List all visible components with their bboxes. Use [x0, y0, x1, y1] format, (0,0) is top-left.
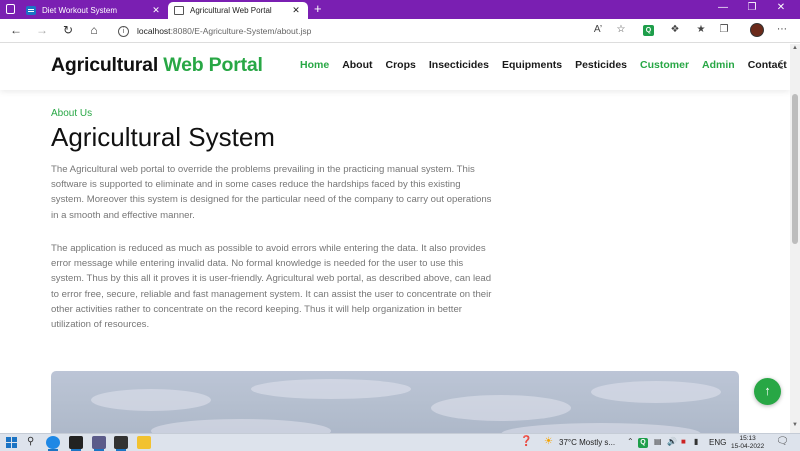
- extension-puzzle-icon[interactable]: ❖: [667, 24, 683, 35]
- profile-avatar[interactable]: [750, 23, 764, 37]
- reload-icon[interactable]: ↻: [59, 23, 77, 37]
- diet-favicon-icon: [26, 6, 36, 15]
- windows-start-icon[interactable]: [6, 437, 17, 448]
- tab-diet-workout[interactable]: Diet Workout System ✕: [20, 2, 168, 19]
- tab-actions-icon[interactable]: [6, 4, 15, 14]
- search-icon[interactable]: ⚲: [27, 436, 34, 447]
- page-viewport: Agricultural Web Portal Home About Crops…: [0, 44, 790, 433]
- nav-about[interactable]: About: [342, 59, 372, 71]
- address-bar: ← → ↻ ⌂ i localhost:8080/E-Agriculture-S…: [0, 19, 800, 43]
- extension-q-icon[interactable]: Q: [643, 25, 654, 36]
- forward-arrow-icon[interactable]: →: [33, 23, 51, 37]
- help-icon[interactable]: ❓: [520, 436, 532, 447]
- scroll-up-icon[interactable]: ▲: [790, 45, 800, 55]
- url-text: localhost:8080/E-Agriculture-System/abou…: [137, 26, 312, 36]
- app-icon[interactable]: [92, 436, 106, 451]
- language-indicator[interactable]: ENG: [709, 438, 726, 447]
- back-to-top-button[interactable]: ↑: [754, 378, 781, 405]
- back-arrow-icon[interactable]: ←: [7, 23, 25, 37]
- page-favicon-icon: [174, 6, 184, 15]
- nav-insecticides[interactable]: Insecticides: [429, 59, 489, 71]
- tray-q-icon[interactable]: Q: [638, 438, 648, 448]
- battery-icon[interactable]: ▮: [694, 437, 698, 446]
- home-icon[interactable]: ⌂: [85, 23, 103, 37]
- tab-close-icon[interactable]: ✕: [290, 5, 302, 16]
- tab-title: Diet Workout System: [42, 6, 117, 15]
- tab-agricultural-portal[interactable]: Agricultural Web Portal ✕: [168, 2, 308, 19]
- nav-pesticides[interactable]: Pesticides: [575, 59, 627, 71]
- section-subtitle: About Us: [51, 108, 93, 119]
- cmd-app-icon[interactable]: [114, 436, 128, 451]
- windows-taskbar: ⚲ ❓ ☀ 37°C Mostly s... ⌃ Q ▤ 🔊 ■ ▮ ENG 1…: [0, 433, 800, 451]
- more-menu-icon[interactable]: ⋯: [774, 24, 790, 35]
- nav-equipments[interactable]: Equipments: [502, 59, 562, 71]
- nav-customer[interactable]: Customer: [640, 59, 689, 71]
- browser-tab-bar: Diet Workout System ✕ Agricultural Web P…: [0, 0, 800, 19]
- file-explorer-icon[interactable]: [137, 436, 151, 449]
- antivirus-icon[interactable]: ■: [681, 437, 686, 446]
- tab-title: Agricultural Web Portal: [190, 6, 272, 15]
- url-field[interactable]: i localhost:8080/E-Agriculture-System/ab…: [108, 22, 638, 40]
- restore-button[interactable]: ❐: [742, 2, 762, 13]
- favorite-star-icon[interactable]: ☆: [613, 24, 629, 35]
- about-paragraph-1: The Agricultural web portal to override …: [51, 164, 492, 221]
- about-paragraph-2: The application is reduced as much as po…: [51, 243, 492, 331]
- main-nav: Home About Crops Insecticides Equipments…: [300, 59, 790, 71]
- new-tab-button[interactable]: +: [314, 1, 322, 16]
- close-window-button[interactable]: ✕: [771, 2, 791, 13]
- hero-sky-image: [51, 371, 739, 433]
- read-aloud-icon[interactable]: A’: [590, 24, 606, 35]
- tab-close-icon[interactable]: ✕: [150, 5, 162, 16]
- nav-home[interactable]: Home: [300, 59, 329, 71]
- minimize-button[interactable]: —: [713, 2, 733, 13]
- edge-app-icon[interactable]: [46, 436, 60, 451]
- page-title: Agricultural System: [51, 122, 275, 152]
- collections-icon[interactable]: ❐: [716, 24, 732, 35]
- nav-admin[interactable]: Admin: [702, 59, 735, 71]
- brand-logo[interactable]: Agricultural Web Portal: [51, 54, 263, 77]
- tray-chevron-icon[interactable]: ⌃: [627, 437, 634, 446]
- volume-icon[interactable]: 🔊: [667, 437, 677, 446]
- page-scrollbar[interactable]: ▲ ▼: [790, 44, 800, 433]
- dark-mode-moon-icon[interactable]: ☾: [777, 58, 788, 72]
- notifications-icon[interactable]: 🗨: [776, 436, 789, 447]
- weather-text[interactable]: 37°C Mostly s...: [559, 438, 615, 447]
- weather-sun-icon: ☀: [544, 436, 553, 447]
- scroll-thumb[interactable]: [792, 94, 798, 244]
- favorites-list-icon[interactable]: ★: [693, 24, 709, 35]
- site-info-icon[interactable]: i: [118, 25, 129, 37]
- site-header: Agricultural Web Portal Home About Crops…: [0, 44, 790, 90]
- system-clock[interactable]: 15:13 15-04-2022: [731, 435, 764, 451]
- scroll-down-icon[interactable]: ▼: [790, 422, 800, 432]
- terminal-app-icon[interactable]: [69, 436, 83, 451]
- nav-crops[interactable]: Crops: [386, 59, 416, 71]
- network-icon[interactable]: ▤: [654, 437, 662, 446]
